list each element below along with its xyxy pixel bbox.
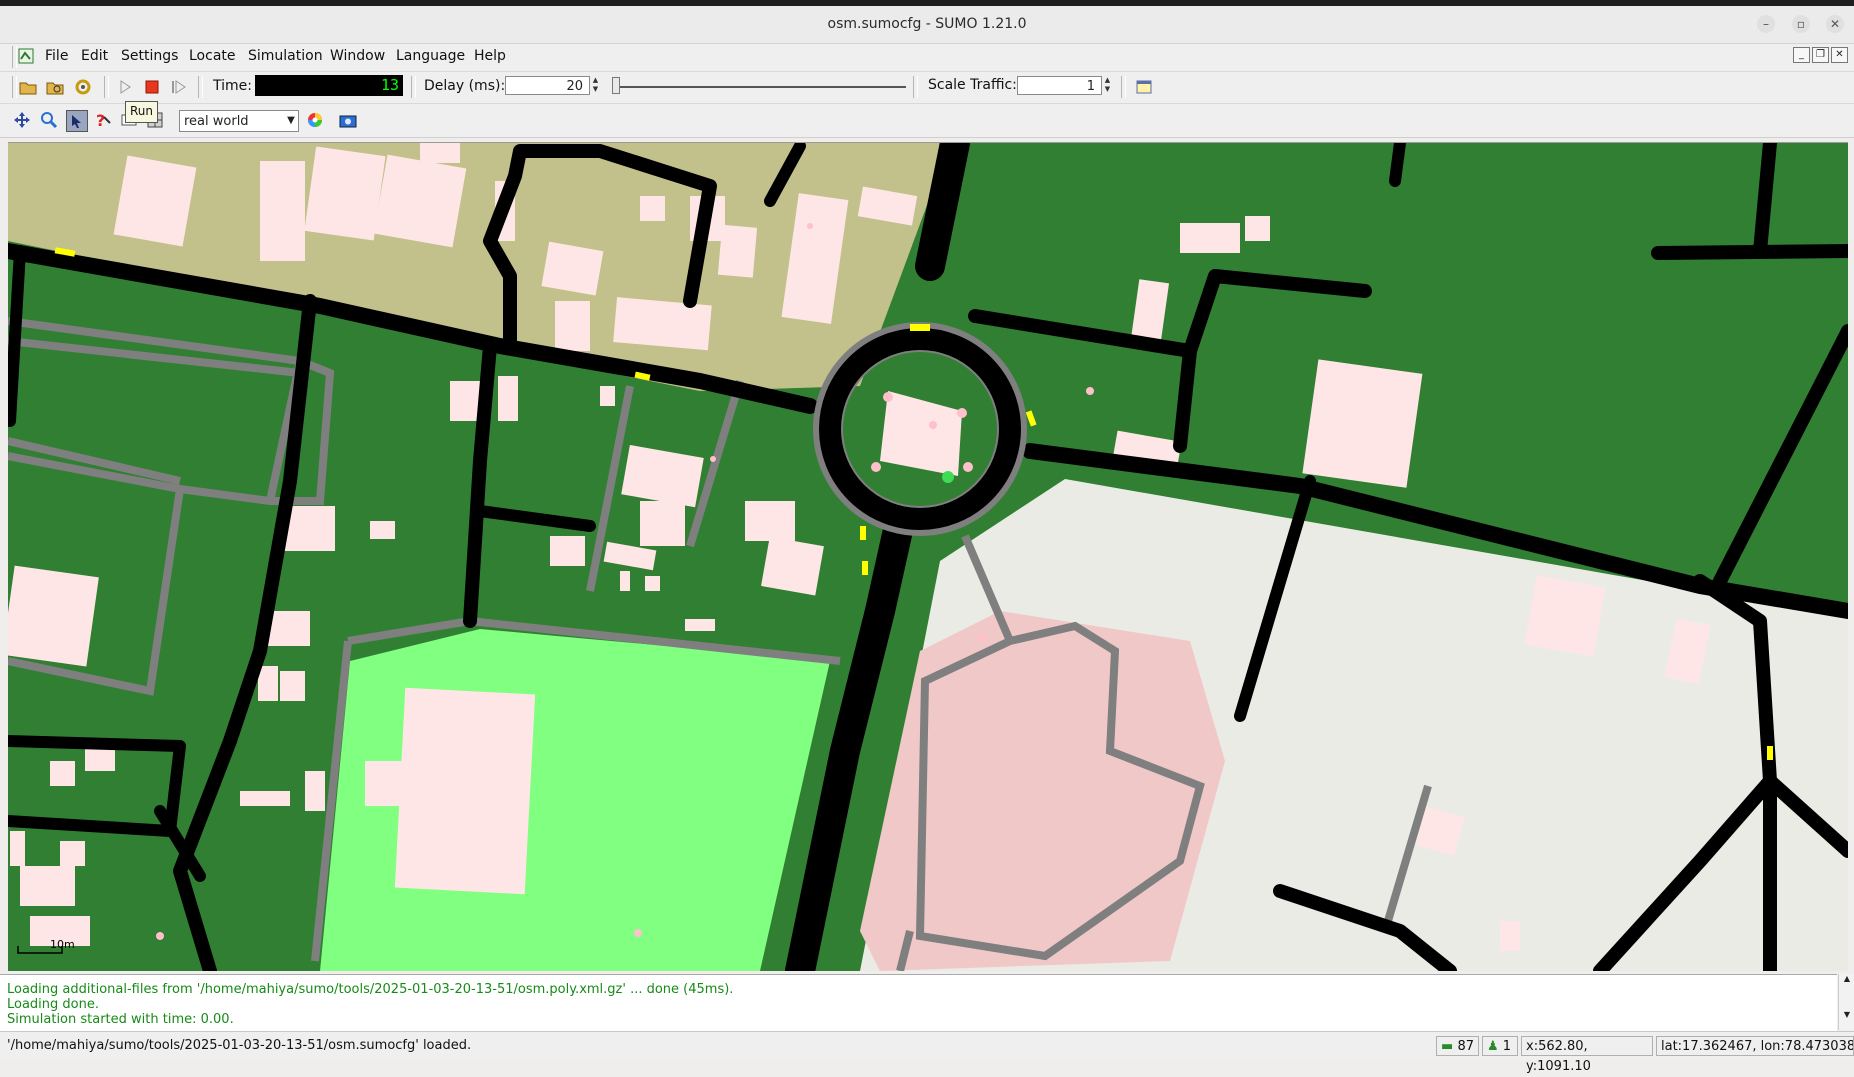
geo-coordinates: lat:17.362467, lon:78.473038 bbox=[1656, 1036, 1854, 1056]
delay-input[interactable]: 20 bbox=[505, 76, 590, 95]
vehicle-count: 87 bbox=[1457, 1039, 1474, 1054]
sumo-app-icon bbox=[18, 48, 34, 64]
menu-window[interactable]: Window bbox=[330, 48, 385, 64]
toolbar-separator bbox=[198, 76, 203, 98]
mdi-restore-button[interactable]: ❐ bbox=[1812, 47, 1829, 63]
menu-locate[interactable]: Locate bbox=[189, 48, 236, 64]
minimize-button[interactable]: – bbox=[1757, 15, 1775, 33]
color-wheel-icon[interactable] bbox=[305, 110, 325, 130]
zoom-icon[interactable] bbox=[39, 110, 59, 130]
menu-simulation[interactable]: Simulation bbox=[248, 48, 323, 64]
reload-icon[interactable] bbox=[45, 77, 65, 97]
window-title: osm.sumocfg - SUMO 1.21.0 bbox=[827, 16, 1027, 32]
message-window: Loading additional-files from '/home/mah… bbox=[0, 974, 1837, 1031]
delay-spinner[interactable]: ▲ ▼ bbox=[590, 76, 601, 95]
toolbar-separator bbox=[104, 76, 109, 98]
title-bar: osm.sumocfg - SUMO 1.21.0 – ▫ ✕ bbox=[0, 6, 1854, 44]
time-label: Time: bbox=[213, 78, 252, 94]
mdi-close-button[interactable]: ✕ bbox=[1831, 47, 1848, 63]
run-tooltip: Run bbox=[125, 101, 159, 123]
view-scheme-select[interactable]: real world bbox=[179, 110, 299, 132]
toolbar-grip bbox=[12, 76, 17, 98]
maximize-button[interactable]: ▫ bbox=[1792, 15, 1810, 33]
cursor-coordinates: x:562.80, y:1091.10 bbox=[1521, 1036, 1653, 1074]
status-message: '/home/mahiya/sumo/tools/2025-01-03-20-1… bbox=[7, 1038, 472, 1053]
person-count-box[interactable]: ♟ 1 bbox=[1482, 1036, 1518, 1056]
selected-poi bbox=[942, 471, 954, 483]
select-icon[interactable] bbox=[66, 110, 88, 132]
delay-label: Delay (ms): bbox=[424, 78, 506, 94]
svg-text:?: ? bbox=[96, 111, 105, 129]
recenter-icon[interactable] bbox=[12, 110, 32, 130]
toolbar-separator bbox=[411, 76, 416, 98]
person-icon: ♟ bbox=[1487, 1039, 1499, 1054]
scale-traffic-label: Scale Traffic: bbox=[928, 77, 1017, 93]
mdi-minimize-button[interactable]: _ bbox=[1793, 47, 1810, 63]
refresh-icon[interactable] bbox=[73, 77, 93, 97]
status-bar: '/home/mahiya/sumo/tools/2025-01-03-20-1… bbox=[0, 1031, 1854, 1074]
breakpoint-icon[interactable] bbox=[1134, 77, 1154, 97]
inspect-icon[interactable]: ? bbox=[93, 110, 113, 130]
message-scrollbar[interactable]: ▲ ▼ bbox=[1838, 974, 1854, 1030]
menu-help[interactable]: Help bbox=[474, 48, 506, 64]
network-view[interactable] bbox=[8, 143, 1848, 971]
toolbar-separator bbox=[913, 76, 918, 98]
person-count: 1 bbox=[1502, 1039, 1512, 1054]
delay-slider-thumb[interactable] bbox=[612, 77, 620, 94]
scale-traffic-input[interactable]: 1 bbox=[1017, 76, 1102, 95]
scale-label: 10m bbox=[50, 938, 75, 951]
map-canvas[interactable]: 10m bbox=[8, 142, 1848, 971]
scale-traffic-spinner[interactable]: ▲ ▼ bbox=[1102, 76, 1113, 95]
camera-icon[interactable] bbox=[338, 110, 358, 130]
time-display: 13 bbox=[255, 75, 403, 96]
step-icon[interactable] bbox=[169, 77, 189, 97]
menu-file[interactable]: File bbox=[45, 48, 68, 64]
toolbar-separator bbox=[1121, 76, 1126, 98]
vehicle-count-box[interactable]: ▬ 87 bbox=[1436, 1036, 1479, 1056]
message-line: Loading done. bbox=[7, 997, 99, 1012]
message-line: Loading additional-files from '/home/mah… bbox=[7, 982, 734, 997]
close-button[interactable]: ✕ bbox=[1826, 15, 1844, 33]
message-line: Simulation started with time: 0.00. bbox=[7, 1012, 234, 1027]
roundabout-center-building bbox=[880, 391, 962, 476]
commercial-area bbox=[860, 611, 1225, 971]
open-icon[interactable] bbox=[18, 77, 38, 97]
menu-edit[interactable]: Edit bbox=[81, 48, 108, 64]
menu-bar: File Edit Settings Locate Simulation Win… bbox=[0, 44, 1854, 70]
chevron-down-icon[interactable]: ▼ bbox=[284, 111, 298, 131]
menu-settings[interactable]: Settings bbox=[121, 48, 178, 64]
menu-language[interactable]: Language bbox=[396, 48, 465, 64]
run-icon[interactable] bbox=[115, 77, 135, 97]
delay-slider-track[interactable] bbox=[612, 86, 906, 88]
car-icon: ▬ bbox=[1441, 1039, 1454, 1054]
menubar-grip bbox=[12, 46, 17, 68]
stop-icon[interactable] bbox=[142, 77, 162, 97]
